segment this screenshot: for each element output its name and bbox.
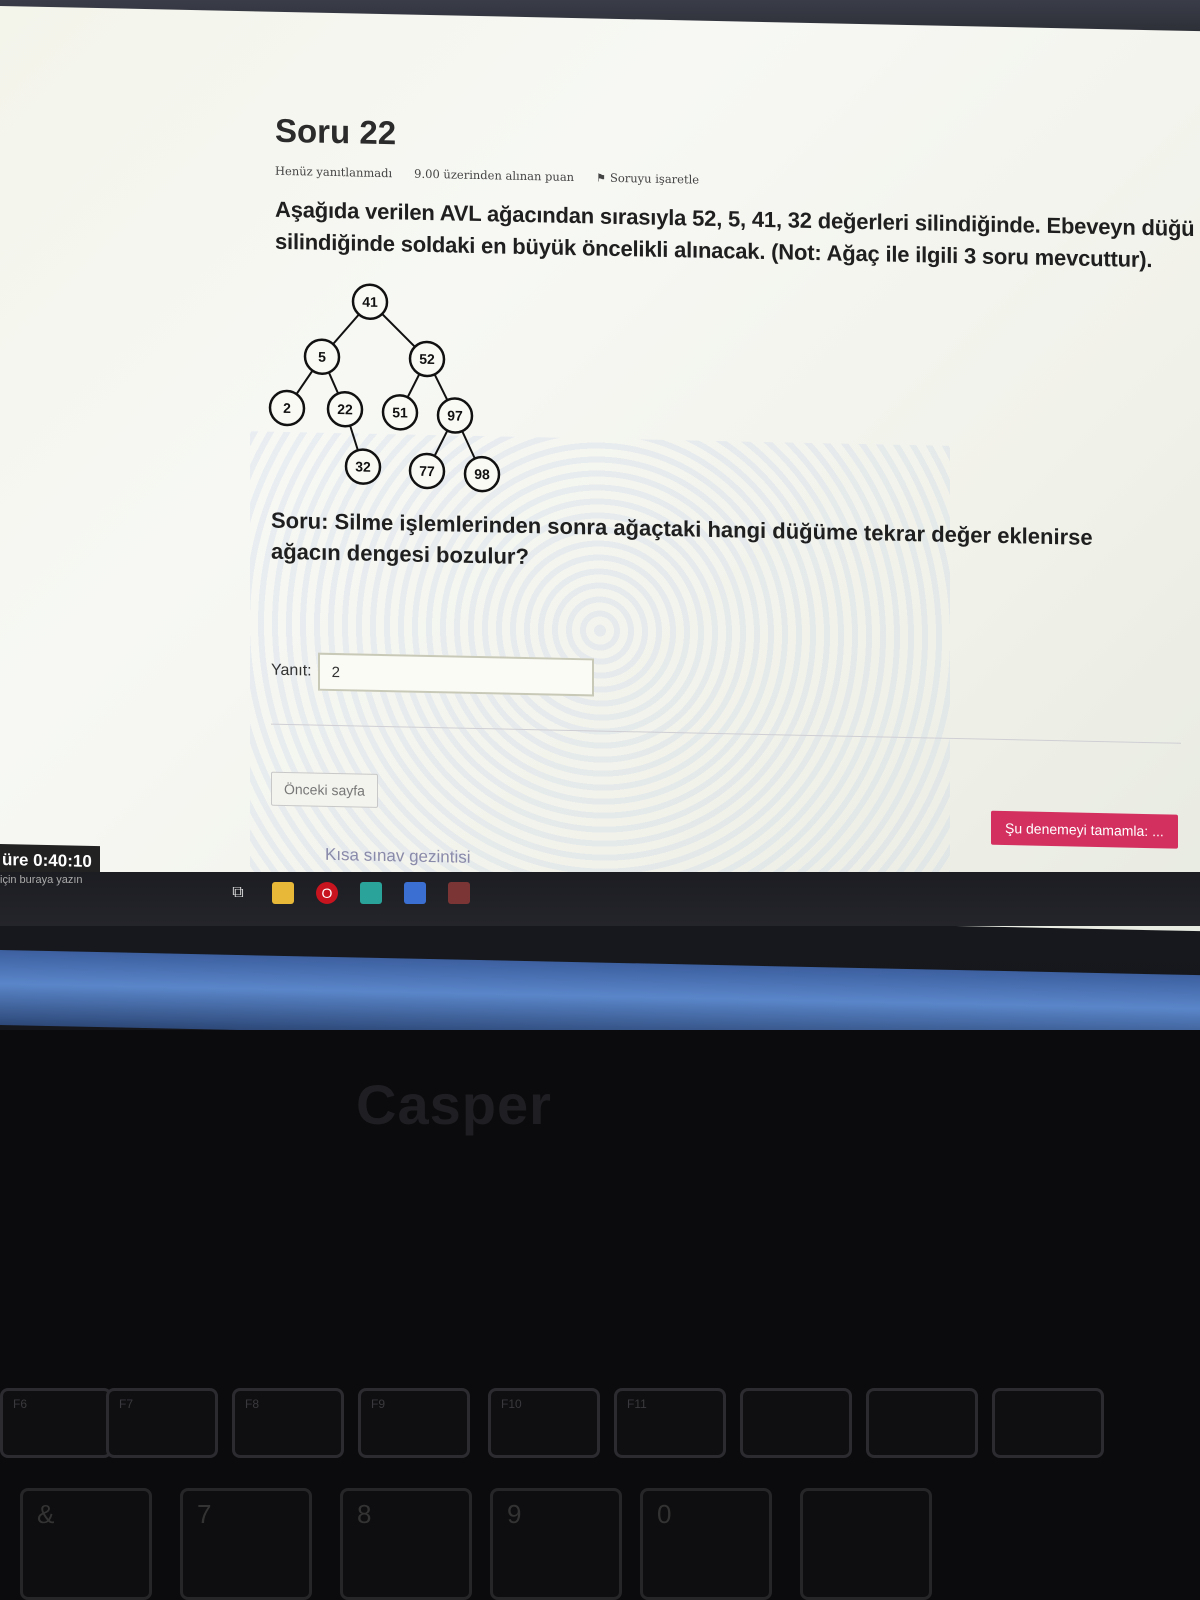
laptop-brand-logo: Casper bbox=[356, 1073, 552, 1136]
chevron-up-icon: ‸ bbox=[1173, 1012, 1182, 1030]
number-key[interactable] bbox=[800, 1488, 932, 1600]
avl-tree-svg: 415 522 22 51 9732 77 98 bbox=[268, 283, 501, 493]
tree-node-22: 22 bbox=[326, 390, 364, 428]
tree-node-98: 98 bbox=[463, 455, 501, 493]
tree-node-41: 41 bbox=[351, 283, 389, 321]
tree-node-label: 98 bbox=[474, 466, 490, 482]
tree-node-label: 5 bbox=[318, 349, 326, 365]
browser-display: Soru 22 Henüz yanıtlanmadı 9.00 üzerinde… bbox=[0, 6, 1200, 932]
tree-node-label: 41 bbox=[362, 294, 378, 310]
previous-page-button[interactable]: Önceki sayfa bbox=[271, 771, 378, 808]
question-points: 9.00 üzerinden alınan puan bbox=[414, 166, 575, 185]
sub-question-text: Soru: Silme işlemlerinden sonra ağaçtaki… bbox=[271, 507, 1093, 570]
tree-node-label: 77 bbox=[419, 463, 435, 479]
tree-node-label: 32 bbox=[355, 458, 371, 474]
function-key[interactable] bbox=[866, 1388, 978, 1458]
number-key[interactable]: 9 bbox=[490, 1488, 622, 1600]
function-key[interactable]: F7 bbox=[106, 1388, 218, 1458]
flag-label: Soruyu işaretle bbox=[609, 170, 700, 187]
tree-node-label: 51 bbox=[392, 404, 408, 420]
function-key[interactable]: F10 bbox=[488, 1388, 600, 1458]
flag-icon: ⚑ bbox=[596, 171, 606, 185]
taskbar-search-hint[interactable]: için buraya yazın bbox=[0, 874, 83, 886]
question-panel: Soru 22 Henüz yanıtlanmadı 9.00 üzerinde… bbox=[268, 111, 1200, 867]
function-key[interactable] bbox=[992, 1388, 1104, 1458]
opera-browser-icon[interactable]: O bbox=[316, 882, 338, 904]
taskbar: için buraya yazın ⧉ O bbox=[0, 872, 1200, 926]
answer-label: Yanıt: bbox=[271, 661, 312, 680]
number-key[interactable]: 7 bbox=[180, 1488, 312, 1600]
number-key[interactable]: & bbox=[20, 1488, 152, 1600]
task-view-icon[interactable]: ⧉ bbox=[226, 882, 250, 904]
number-key[interactable]: 8 bbox=[340, 1488, 472, 1600]
tree-node-2: 2 bbox=[268, 389, 306, 427]
question-text-part2: değerleri silindiğinde. Ebeveyn düğü bbox=[811, 208, 1195, 242]
question-text-bold: 52, 5, 41, 32 bbox=[692, 205, 812, 234]
tree-node-label: 97 bbox=[447, 407, 463, 423]
avl-tree-diagram: 41 5 52 2 22 51 97 32 77 98 bbox=[268, 278, 535, 498]
function-key[interactable]: F9 bbox=[358, 1388, 470, 1458]
laptop-screen: Soru 22 Henüz yanıtlanmadı 9.00 üzerinde… bbox=[0, 0, 1200, 1030]
answer-input[interactable] bbox=[317, 652, 594, 697]
question-text-part1: Aşağıda verilen AVL ağacından sırasıyla bbox=[275, 196, 693, 231]
app-icon[interactable] bbox=[360, 882, 382, 904]
flag-question-link[interactable]: ⚑ Soruyu işaretle bbox=[596, 170, 700, 187]
question-status: Henüz yanıtlanmadı bbox=[275, 163, 393, 181]
number-key[interactable]: 0 bbox=[640, 1488, 772, 1600]
question-title: Soru 22 bbox=[275, 111, 397, 152]
question-text: Aşağıda verilen AVL ağacından sırasıyla … bbox=[275, 194, 1200, 277]
taskbar-icons: ⧉ O bbox=[226, 882, 470, 904]
tree-node-51: 51 bbox=[381, 394, 419, 431]
tree-node-32: 32 bbox=[344, 448, 382, 485]
app-icon[interactable] bbox=[448, 882, 470, 904]
keyboard: F6 F7 F8 F9 F10 F11 & 7 8 9 0 bbox=[0, 1380, 1200, 1600]
function-key[interactable]: F8 bbox=[232, 1388, 344, 1458]
function-key[interactable] bbox=[740, 1388, 852, 1458]
tree-node-97: 97 bbox=[436, 397, 474, 434]
app-icon[interactable] bbox=[404, 882, 426, 904]
tree-node-label: 52 bbox=[419, 351, 435, 367]
tree-node-label: 22 bbox=[337, 401, 353, 417]
answer-row: Yanıt: bbox=[271, 652, 594, 697]
screen-glare bbox=[0, 950, 1200, 1030]
quiz-navigation-link[interactable]: Kısa sınav gezintisi bbox=[325, 845, 471, 868]
question-meta: Henüz yanıtlanmadı 9.00 üzerinden alınan… bbox=[275, 164, 1200, 197]
file-explorer-icon[interactable] bbox=[272, 882, 294, 904]
function-key[interactable]: F11 bbox=[614, 1388, 726, 1458]
tree-node-label: 2 bbox=[283, 400, 291, 416]
tree-node-77: 77 bbox=[408, 452, 446, 490]
tree-node-52: 52 bbox=[408, 340, 446, 378]
function-key[interactable]: F6 bbox=[0, 1388, 112, 1458]
divider bbox=[271, 723, 1181, 744]
tree-node-5: 5 bbox=[303, 338, 341, 375]
finish-attempt-button[interactable]: Şu denemeyi tamamla: ... bbox=[991, 810, 1178, 849]
